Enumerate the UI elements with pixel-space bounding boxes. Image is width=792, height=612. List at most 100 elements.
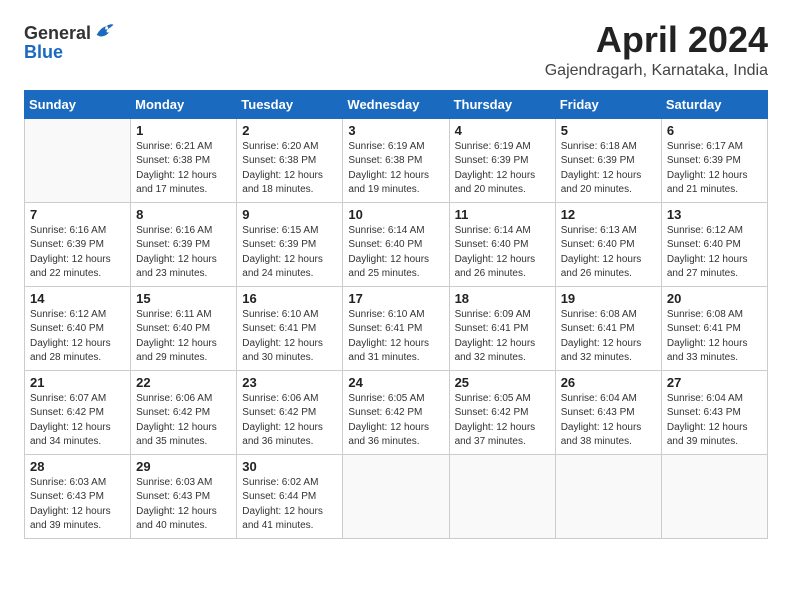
calendar-cell: 4 Sunrise: 6:19 AM Sunset: 6:39 PM Daylig… <box>449 118 555 202</box>
day-info: Sunrise: 6:05 AM Sunset: 6:42 PM Dayligh… <box>455 392 550 450</box>
day-number: 1 <box>136 123 231 138</box>
day-info: Sunrise: 6:03 AM Sunset: 6:43 PM Dayligh… <box>136 476 231 534</box>
calendar-cell: 17 Sunrise: 6:10 AM Sunset: 6:41 PM Dayli… <box>343 286 449 370</box>
calendar-cell: 14 Sunrise: 6:12 AM Sunset: 6:40 PM Dayli… <box>25 286 131 370</box>
day-number: 20 <box>667 291 762 306</box>
day-number: 23 <box>242 375 337 390</box>
day-info: Sunrise: 6:08 AM Sunset: 6:41 PM Dayligh… <box>561 308 656 366</box>
day-info: Sunrise: 6:15 AM Sunset: 6:39 PM Dayligh… <box>242 224 337 282</box>
day-info: Sunrise: 6:13 AM Sunset: 6:40 PM Dayligh… <box>561 224 656 282</box>
calendar-table: SundayMondayTuesdayWednesdayThursdayFrid… <box>24 90 768 539</box>
day-info: Sunrise: 6:19 AM Sunset: 6:38 PM Dayligh… <box>348 140 443 198</box>
calendar-cell: 29 Sunrise: 6:03 AM Sunset: 6:43 PM Dayli… <box>131 454 237 538</box>
calendar-cell: 28 Sunrise: 6:03 AM Sunset: 6:43 PM Dayli… <box>25 454 131 538</box>
calendar-week-4: 21Sunrise: 6:07 AM Sunset: 6:42 PM Dayli… <box>25 370 768 454</box>
calendar-cell: 23 Sunrise: 6:06 AM Sunset: 6:42 PM Dayli… <box>237 370 343 454</box>
calendar-cell: 5Sunrise: 6:18 AM Sunset: 6:39 PM Daylig… <box>555 118 661 202</box>
day-info: Sunrise: 6:10 AM Sunset: 6:41 PM Dayligh… <box>242 308 337 366</box>
month-title: April 2024 <box>545 20 768 60</box>
calendar-week-2: 7 Sunrise: 6:16 AM Sunset: 6:39 PM Daylig… <box>25 202 768 286</box>
calendar-cell: 2 Sunrise: 6:20 AM Sunset: 6:38 PM Daylig… <box>237 118 343 202</box>
calendar-cell: 20 Sunrise: 6:08 AM Sunset: 6:41 PM Dayli… <box>661 286 767 370</box>
day-number: 25 <box>455 375 550 390</box>
weekday-header-tuesday: Tuesday <box>237 90 343 118</box>
day-number: 19 <box>561 291 656 306</box>
weekday-header-monday: Monday <box>131 90 237 118</box>
calendar-cell: 22Sunrise: 6:06 AM Sunset: 6:42 PM Dayli… <box>131 370 237 454</box>
day-number: 15 <box>136 291 231 306</box>
weekday-header-saturday: Saturday <box>661 90 767 118</box>
calendar-week-1: 1Sunrise: 6:21 AM Sunset: 6:38 PM Daylig… <box>25 118 768 202</box>
calendar-cell: 19 Sunrise: 6:08 AM Sunset: 6:41 PM Dayli… <box>555 286 661 370</box>
calendar-cell: 25 Sunrise: 6:05 AM Sunset: 6:42 PM Dayli… <box>449 370 555 454</box>
day-info: Sunrise: 6:04 AM Sunset: 6:43 PM Dayligh… <box>667 392 762 450</box>
day-info: Sunrise: 6:19 AM Sunset: 6:39 PM Dayligh… <box>455 140 550 198</box>
day-number: 11 <box>455 207 550 222</box>
day-number: 21 <box>30 375 125 390</box>
calendar-cell <box>25 118 131 202</box>
day-info: Sunrise: 6:16 AM Sunset: 6:39 PM Dayligh… <box>136 224 231 282</box>
calendar-cell: 9Sunrise: 6:15 AM Sunset: 6:39 PM Daylig… <box>237 202 343 286</box>
day-info: Sunrise: 6:06 AM Sunset: 6:42 PM Dayligh… <box>136 392 231 450</box>
day-info: Sunrise: 6:06 AM Sunset: 6:42 PM Dayligh… <box>242 392 337 450</box>
day-info: Sunrise: 6:20 AM Sunset: 6:38 PM Dayligh… <box>242 140 337 198</box>
day-number: 30 <box>242 459 337 474</box>
day-number: 2 <box>242 123 337 138</box>
day-number: 12 <box>561 207 656 222</box>
title-area: April 2024 Gajendragarh, Karnataka, Indi… <box>545 20 768 80</box>
weekday-header-friday: Friday <box>555 90 661 118</box>
day-number: 8 <box>136 207 231 222</box>
calendar-cell: 15 Sunrise: 6:11 AM Sunset: 6:40 PM Dayli… <box>131 286 237 370</box>
day-number: 29 <box>136 459 231 474</box>
day-number: 27 <box>667 375 762 390</box>
day-info: Sunrise: 6:12 AM Sunset: 6:40 PM Dayligh… <box>30 308 125 366</box>
day-info: Sunrise: 6:10 AM Sunset: 6:41 PM Dayligh… <box>348 308 443 366</box>
calendar-cell: 8 Sunrise: 6:16 AM Sunset: 6:39 PM Daylig… <box>131 202 237 286</box>
weekday-header-wednesday: Wednesday <box>343 90 449 118</box>
weekday-header-sunday: Sunday <box>25 90 131 118</box>
calendar-cell: 6 Sunrise: 6:17 AM Sunset: 6:39 PM Daylig… <box>661 118 767 202</box>
day-info: Sunrise: 6:12 AM Sunset: 6:40 PM Dayligh… <box>667 224 762 282</box>
logo-bird-icon <box>93 20 115 42</box>
day-info: Sunrise: 6:08 AM Sunset: 6:41 PM Dayligh… <box>667 308 762 366</box>
day-number: 6 <box>667 123 762 138</box>
day-number: 4 <box>455 123 550 138</box>
day-number: 14 <box>30 291 125 306</box>
day-number: 18 <box>455 291 550 306</box>
day-info: Sunrise: 6:05 AM Sunset: 6:42 PM Dayligh… <box>348 392 443 450</box>
day-number: 16 <box>242 291 337 306</box>
weekday-header-thursday: Thursday <box>449 90 555 118</box>
day-number: 3 <box>348 123 443 138</box>
day-number: 26 <box>561 375 656 390</box>
calendar-week-5: 28 Sunrise: 6:03 AM Sunset: 6:43 PM Dayli… <box>25 454 768 538</box>
logo-blue-text: Blue <box>24 42 63 63</box>
calendar-cell: 1Sunrise: 6:21 AM Sunset: 6:38 PM Daylig… <box>131 118 237 202</box>
day-number: 28 <box>30 459 125 474</box>
day-info: Sunrise: 6:11 AM Sunset: 6:40 PM Dayligh… <box>136 308 231 366</box>
header: General Blue April 2024 Gajendragarh, Ka… <box>24 20 768 80</box>
calendar-cell: 24Sunrise: 6:05 AM Sunset: 6:42 PM Dayli… <box>343 370 449 454</box>
day-info: Sunrise: 6:03 AM Sunset: 6:43 PM Dayligh… <box>30 476 125 534</box>
location-subtitle: Gajendragarh, Karnataka, India <box>545 62 768 80</box>
calendar-cell: 11 Sunrise: 6:14 AM Sunset: 6:40 PM Dayli… <box>449 202 555 286</box>
day-info: Sunrise: 6:14 AM Sunset: 6:40 PM Dayligh… <box>455 224 550 282</box>
calendar-cell <box>555 454 661 538</box>
day-number: 13 <box>667 207 762 222</box>
day-info: Sunrise: 6:04 AM Sunset: 6:43 PM Dayligh… <box>561 392 656 450</box>
day-info: Sunrise: 6:17 AM Sunset: 6:39 PM Dayligh… <box>667 140 762 198</box>
calendar-cell: 13 Sunrise: 6:12 AM Sunset: 6:40 PM Dayli… <box>661 202 767 286</box>
calendar-cell: 26 Sunrise: 6:04 AM Sunset: 6:43 PM Dayli… <box>555 370 661 454</box>
day-info: Sunrise: 6:02 AM Sunset: 6:44 PM Dayligh… <box>242 476 337 534</box>
calendar-cell: 27 Sunrise: 6:04 AM Sunset: 6:43 PM Dayli… <box>661 370 767 454</box>
logo-general-text: General <box>24 23 91 44</box>
day-info: Sunrise: 6:14 AM Sunset: 6:40 PM Dayligh… <box>348 224 443 282</box>
day-number: 5 <box>561 123 656 138</box>
calendar-cell: 30 Sunrise: 6:02 AM Sunset: 6:44 PM Dayli… <box>237 454 343 538</box>
calendar-cell <box>343 454 449 538</box>
calendar-cell: 21Sunrise: 6:07 AM Sunset: 6:42 PM Dayli… <box>25 370 131 454</box>
calendar-cell: 18Sunrise: 6:09 AM Sunset: 6:41 PM Dayli… <box>449 286 555 370</box>
day-number: 10 <box>348 207 443 222</box>
calendar-cell: 7Sunrise: 6:16 AM Sunset: 6:39 PM Daylig… <box>25 202 131 286</box>
day-number: 7 <box>30 207 125 222</box>
day-number: 17 <box>348 291 443 306</box>
